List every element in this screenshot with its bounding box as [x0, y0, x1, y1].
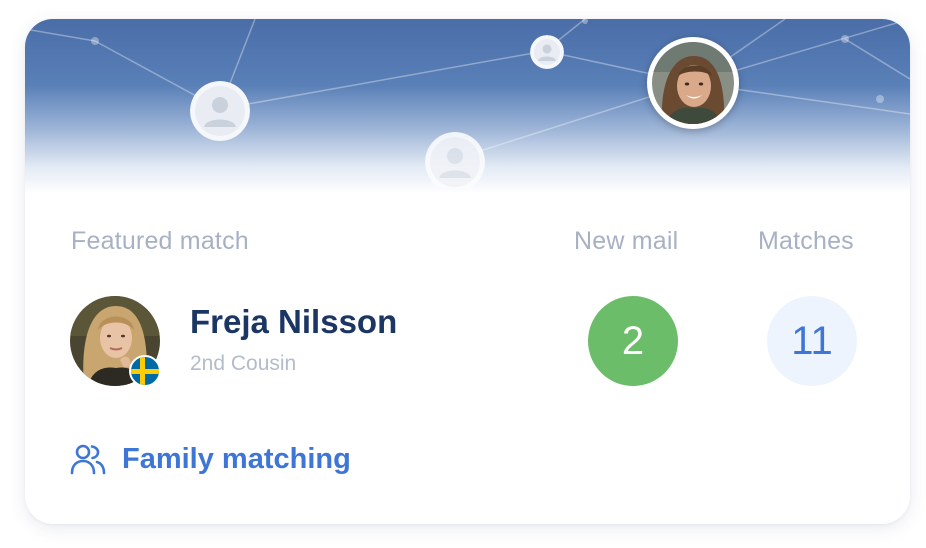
new-mail-count-badge[interactable]: 2 — [588, 296, 678, 386]
matches-count-badge[interactable]: 11 — [767, 296, 857, 386]
match-relationship: 2nd Cousin — [190, 352, 297, 375]
sweden-flag-icon — [129, 355, 161, 387]
person-placeholder-icon — [530, 35, 564, 69]
person-placeholder-icon — [425, 132, 485, 192]
matches-label: Matches — [758, 227, 854, 255]
network-banner — [25, 19, 910, 194]
featured-match-label: Featured match — [71, 227, 249, 255]
family-matching-label: Family matching — [122, 442, 351, 475]
new-mail-label: New mail — [574, 227, 679, 255]
featured-match-card: Featured match New mail Matches Freja Ni… — [25, 19, 910, 524]
network-photo-avatar — [647, 37, 739, 129]
network-node-avatar — [190, 81, 250, 141]
people-icon — [70, 444, 106, 475]
woman-photo-icon — [652, 42, 734, 124]
match-name[interactable]: Freja Nilsson — [190, 303, 397, 341]
network-node-avatar — [425, 132, 485, 192]
network-node-avatar — [530, 35, 564, 69]
family-matching-link[interactable]: Family matching — [69, 439, 351, 479]
person-placeholder-icon — [190, 81, 250, 141]
